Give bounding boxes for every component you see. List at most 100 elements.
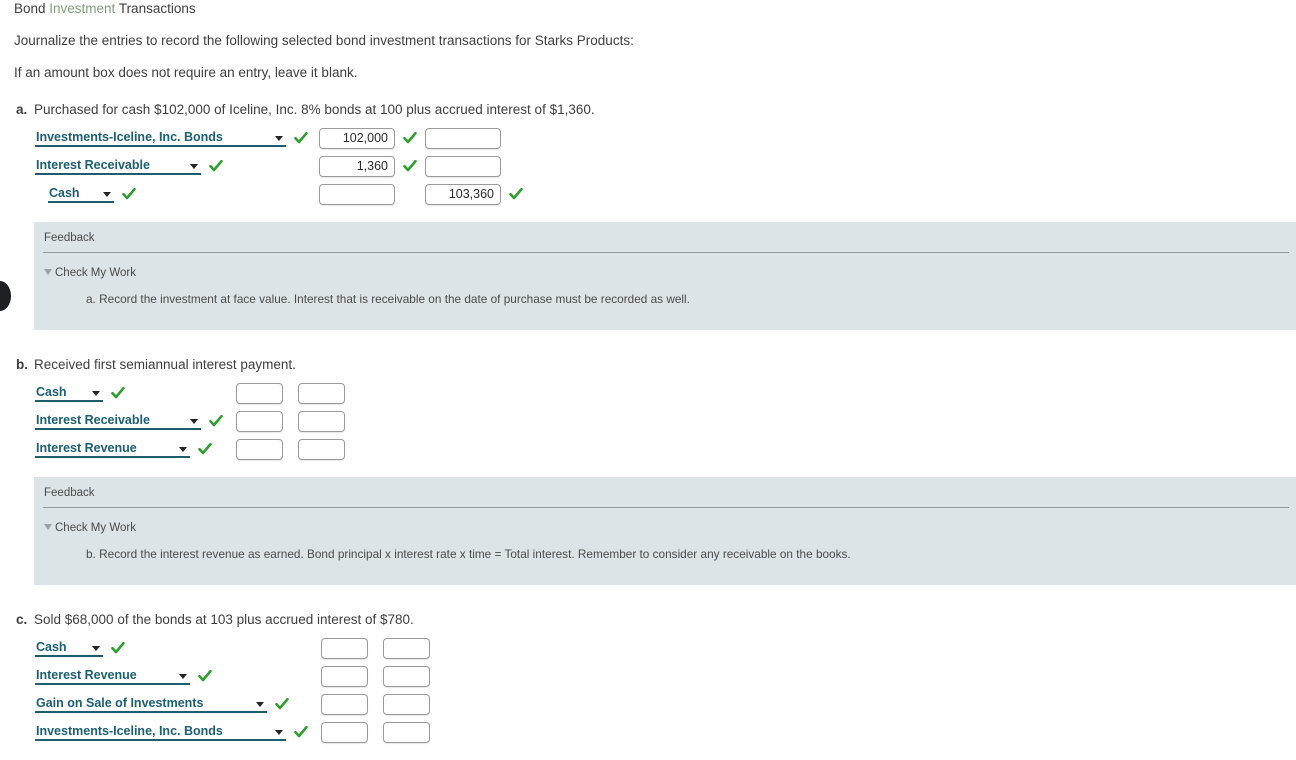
debit-amount-input[interactable] — [321, 666, 368, 687]
credit-amount-input[interactable] — [298, 411, 345, 432]
correct-check-icon — [198, 669, 212, 685]
account-select[interactable]: Interest Revenue — [35, 668, 190, 685]
feedback-title: Feedback — [44, 232, 95, 244]
correct-check-icon — [198, 442, 212, 458]
account-select[interactable]: Investments-Iceline, Inc. Bonds — [35, 130, 286, 147]
credit-amount-value: 103,360 — [448, 187, 494, 201]
correct-check-icon — [111, 386, 125, 402]
journal-entry-row: Interest Revenue — [0, 439, 1296, 463]
credit-amount-input[interactable]: 103,360 — [425, 184, 501, 205]
credit-amount-input[interactable] — [383, 638, 430, 659]
cut-off-edge-artifact — [0, 281, 11, 311]
transaction-heading: b. Received first semiannual interest pay… — [16, 357, 296, 372]
debit-amount-input[interactable] — [321, 638, 368, 659]
feedback-panel: Feedback Check My Work b. Record the inter… — [34, 477, 1296, 585]
chevron-down-icon — [256, 702, 264, 707]
feedback-panel: Feedback Check My Work a. Record the inves… — [34, 222, 1296, 330]
chevron-down-icon — [190, 419, 198, 424]
feedback-divider — [43, 252, 1289, 253]
transaction-description: Purchased for cash $102,000 of Iceline, … — [34, 102, 595, 117]
transaction-letter: c. — [16, 612, 28, 627]
journal-entry-row: Cash — [0, 383, 1296, 407]
debit-amount-input[interactable] — [321, 722, 368, 743]
page-title: Bond Investment Transactions — [14, 1, 196, 16]
transaction-heading: c. Sold $68,000 of the bonds at 103 plus … — [16, 612, 414, 627]
account-select[interactable]: Interest Receivable — [35, 413, 201, 430]
correct-check-icon — [209, 159, 223, 175]
account-select-value: Investments-Iceline, Inc. Bonds — [36, 130, 223, 144]
page-title-prefix: Bond — [14, 1, 50, 16]
account-select-value: Cash — [36, 640, 67, 654]
debit-amount-input[interactable]: 1,360 — [319, 156, 395, 177]
debit-amount-input[interactable] — [236, 411, 283, 432]
account-select-value: Interest Receivable — [36, 413, 150, 427]
account-select[interactable]: Interest Receivable — [35, 158, 201, 175]
check-my-work-toggle[interactable]: Check My Work — [44, 267, 136, 279]
chevron-down-icon — [190, 164, 198, 169]
chevron-down-icon — [103, 192, 111, 197]
chevron-down-icon — [92, 646, 100, 651]
correct-check-icon — [209, 414, 223, 430]
account-select[interactable]: Gain on Sale of Investments — [35, 696, 267, 713]
journal-entry-row: Gain on Sale of Investments — [0, 694, 1296, 718]
check-my-work-toggle[interactable]: Check My Work — [44, 522, 136, 534]
page-title-suffix: Transactions — [115, 1, 196, 16]
triangle-down-icon — [44, 269, 52, 275]
correct-check-icon — [509, 187, 523, 203]
account-select-value: Interest Receivable — [36, 158, 150, 172]
journal-entry-row: Interest Receivable 1,360 — [0, 156, 1296, 180]
debit-amount-input[interactable] — [236, 439, 283, 460]
check-my-work-label: Check My Work — [55, 267, 136, 279]
feedback-body: a. Record the investment at face value. … — [86, 292, 690, 306]
credit-amount-input[interactable] — [425, 128, 501, 149]
correct-check-icon — [275, 697, 289, 713]
account-select-value: Investments-Iceline, Inc. Bonds — [36, 724, 223, 738]
correct-check-icon — [403, 159, 417, 175]
account-select-value: Interest Revenue — [36, 668, 137, 682]
correct-check-icon — [122, 187, 136, 203]
check-my-work-label: Check My Work — [55, 522, 136, 534]
account-select[interactable]: Cash — [35, 385, 103, 402]
feedback-body: b. Record the interest revenue as earned… — [86, 547, 851, 561]
debit-amount-input[interactable]: 102,000 — [319, 128, 395, 149]
credit-amount-input[interactable] — [298, 439, 345, 460]
feedback-title: Feedback — [44, 487, 95, 499]
credit-amount-input[interactable] — [298, 383, 345, 404]
chevron-down-icon — [92, 391, 100, 396]
instruction-line-2: If an amount box does not require an ent… — [14, 65, 358, 80]
chevron-down-icon — [275, 730, 283, 735]
journal-entry-row: Cash — [0, 638, 1296, 662]
transaction-heading: a. Purchased for cash $102,000 of Iceline… — [16, 102, 595, 117]
account-select-value: Interest Revenue — [36, 441, 137, 455]
journal-entry-row: Investments-Iceline, Inc. Bonds 102,000 — [0, 128, 1296, 152]
chevron-down-icon — [179, 674, 187, 679]
correct-check-icon — [111, 641, 125, 657]
page-title-accent: Investment — [49, 1, 116, 16]
transaction-description: Received first semiannual interest payme… — [34, 357, 296, 372]
journal-entry-row: Interest Revenue — [0, 666, 1296, 690]
triangle-down-icon — [44, 524, 52, 530]
debit-amount-input[interactable] — [319, 184, 395, 205]
account-select[interactable]: Cash — [35, 640, 103, 657]
account-select[interactable]: Interest Revenue — [35, 441, 190, 458]
journal-entry-row: Investments-Iceline, Inc. Bonds — [0, 722, 1296, 746]
debit-amount-value: 102,000 — [342, 131, 388, 145]
credit-amount-input[interactable] — [383, 722, 430, 743]
debit-amount-input[interactable] — [236, 383, 283, 404]
journal-entry-row: Interest Receivable — [0, 411, 1296, 435]
transaction-letter: a. — [16, 102, 28, 117]
feedback-divider — [43, 507, 1289, 508]
transaction-description: Sold $68,000 of the bonds at 103 plus ac… — [34, 612, 414, 627]
account-select-value: Gain on Sale of Investments — [36, 696, 204, 710]
account-select-value: Cash — [36, 385, 67, 399]
journal-entry-row: Cash 103,360 — [0, 184, 1296, 208]
account-select[interactable]: Cash — [48, 186, 114, 203]
credit-amount-input[interactable] — [425, 156, 501, 177]
account-select[interactable]: Investments-Iceline, Inc. Bonds — [35, 724, 286, 741]
chevron-down-icon — [179, 447, 187, 452]
account-select-value: Cash — [49, 186, 80, 200]
credit-amount-input[interactable] — [383, 694, 430, 715]
debit-amount-input[interactable] — [321, 694, 368, 715]
instruction-line-1: Journalize the entries to record the fol… — [14, 33, 634, 48]
credit-amount-input[interactable] — [383, 666, 430, 687]
